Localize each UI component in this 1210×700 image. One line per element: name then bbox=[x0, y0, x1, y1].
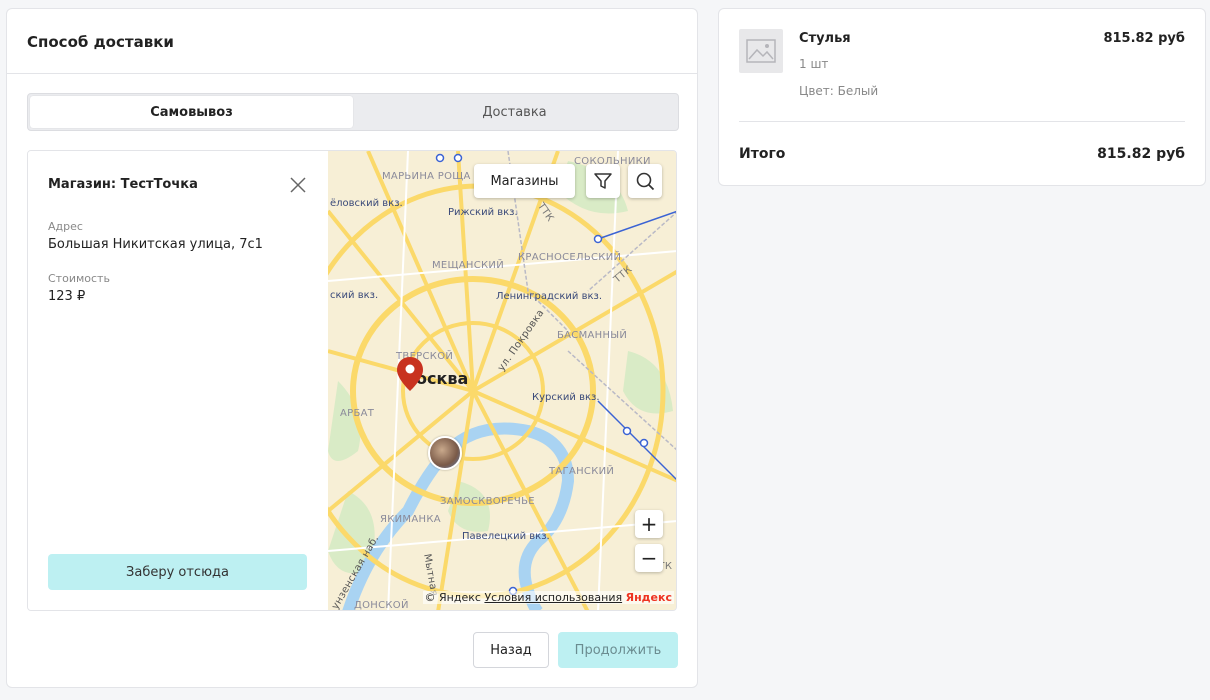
total-label: Итого bbox=[739, 146, 786, 162]
district-label: ТАГАНСКИЙ bbox=[549, 466, 615, 477]
district-label: ЗАМОСКВОРЕЧЬЕ bbox=[440, 496, 535, 507]
item-quantity: 1 шт bbox=[799, 57, 829, 71]
address-label: Адрес bbox=[48, 220, 83, 233]
cost-label: Стоимость bbox=[48, 272, 110, 285]
store-info: Магазин: ТестТочка Адрес Большая Никитск… bbox=[28, 151, 328, 610]
divider bbox=[739, 121, 1185, 122]
pick-from-here-button[interactable]: Заберу отсюда bbox=[48, 554, 307, 590]
station-label: Ленинградский вкз. bbox=[496, 291, 603, 302]
photo-marker-icon[interactable] bbox=[428, 436, 462, 470]
tab-pickup[interactable]: Самовывоз bbox=[30, 96, 353, 128]
order-summary-card: Стулья 1 шт Цвет: Белый 815.82 руб Итого… bbox=[718, 8, 1206, 186]
district-label: МЕЩАНСКИЙ bbox=[432, 260, 504, 271]
district-label: ДОНСКОЙ bbox=[354, 600, 409, 611]
map-terms-link[interactable]: Условия использования bbox=[484, 591, 622, 604]
zoom-out-button[interactable]: − bbox=[635, 544, 663, 572]
delivery-title: Способ доставки bbox=[27, 33, 174, 51]
cost-value: 123 ₽ bbox=[48, 289, 86, 304]
store-panel: Магазин: ТестТочка Адрес Большая Никитск… bbox=[27, 150, 677, 611]
map-brand-logo: Яндекс bbox=[625, 591, 672, 604]
filter-icon[interactable] bbox=[586, 164, 620, 198]
station-label: ёловский вкз. bbox=[330, 198, 403, 209]
back-button[interactable]: Назад bbox=[473, 632, 549, 668]
close-icon[interactable] bbox=[288, 175, 308, 195]
delivery-header: Способ доставки bbox=[7, 9, 697, 74]
delivery-tabs: Самовывоз Доставка bbox=[27, 93, 679, 131]
item-name: Стулья bbox=[799, 31, 851, 46]
district-label: БАСМАННЫЙ bbox=[557, 330, 628, 341]
station-label: Рижский вкз. bbox=[448, 207, 518, 218]
map-copyright: © Яндекс bbox=[424, 591, 481, 604]
item-color: Цвет: Белый bbox=[799, 84, 879, 98]
district-label: АРБАТ bbox=[340, 408, 375, 419]
map-background bbox=[328, 151, 676, 610]
station-label: Курский вкз. bbox=[532, 392, 600, 403]
store-marker-icon[interactable] bbox=[396, 356, 424, 396]
district-label: ЯКИМАНКА bbox=[380, 514, 441, 525]
district-label: КРАСНОСЕЛЬСКИЙ bbox=[518, 252, 622, 263]
map-footer: © Яндекс Условия использования Яндекс bbox=[422, 591, 674, 604]
search-icon[interactable] bbox=[628, 164, 662, 198]
zoom-in-button[interactable]: + bbox=[635, 510, 663, 538]
item-price: 815.82 руб bbox=[1103, 31, 1185, 46]
map[interactable]: МАРЬИНА РОЩА СОКОЛЬНИКИ МЕЩАНСКИЙ КРАСНО… bbox=[328, 151, 676, 611]
district-label: МАРЬИНА РОЩА bbox=[382, 171, 471, 182]
store-name: Магазин: ТестТочка bbox=[48, 177, 198, 192]
delivery-method-card: Способ доставки Самовывоз Доставка Магаз… bbox=[6, 8, 698, 688]
total-value: 815.82 руб bbox=[1097, 146, 1185, 162]
stores-button[interactable]: Магазины bbox=[474, 164, 575, 198]
continue-button[interactable]: Продолжить bbox=[558, 632, 678, 668]
address-value: Большая Никитская улица, 7с1 bbox=[48, 237, 263, 252]
station-label: ский вкз. bbox=[330, 290, 379, 301]
tab-delivery[interactable]: Доставка bbox=[353, 96, 676, 128]
image-placeholder-icon bbox=[739, 29, 783, 73]
station-label: Павелецкий вкз. bbox=[462, 531, 550, 542]
